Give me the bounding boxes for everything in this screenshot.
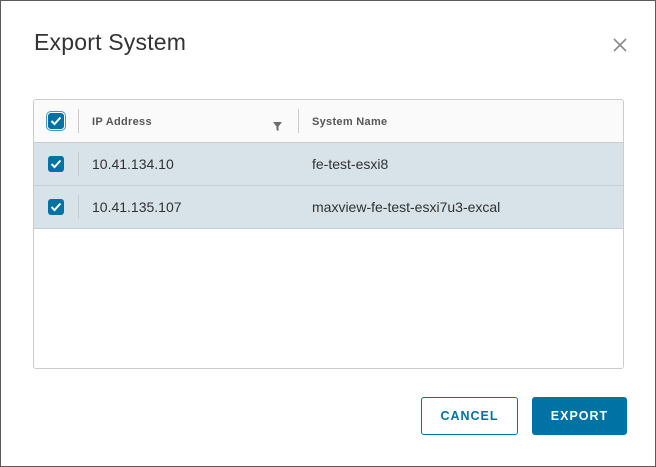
export-system-dialog: Export System IP Address System Name 10.… <box>0 0 656 467</box>
row-checkbox[interactable] <box>48 199 64 215</box>
ip-address-cell: 10.41.135.107 <box>92 199 182 215</box>
cancel-button[interactable]: CANCEL <box>421 397 518 435</box>
systems-datagrid: IP Address System Name 10.41.134.10 fe-t… <box>33 99 624 369</box>
system-name-cell: maxview-fe-test-esxi7u3-excal <box>312 199 501 215</box>
column-divider <box>78 195 79 219</box>
dialog-title: Export System <box>34 29 187 55</box>
ip-address-cell: 10.41.134.10 <box>92 156 174 172</box>
system-name-cell: fe-test-esxi8 <box>312 156 389 172</box>
table-row[interactable]: 10.41.135.107 maxview-fe-test-esxi7u3-ex… <box>34 186 623 229</box>
filter-icon[interactable] <box>272 119 283 131</box>
export-button[interactable]: EXPORT <box>532 397 627 435</box>
column-header-ip-address[interactable]: IP Address <box>92 116 152 128</box>
column-divider <box>78 152 79 176</box>
grid-header: IP Address System Name <box>34 100 623 143</box>
select-all-checkbox[interactable] <box>48 113 64 129</box>
column-divider <box>78 109 79 133</box>
table-row[interactable]: 10.41.134.10 fe-test-esxi8 <box>34 143 623 186</box>
column-header-system-name[interactable]: System Name <box>312 116 387 128</box>
close-icon[interactable] <box>609 34 631 56</box>
row-checkbox[interactable] <box>48 156 64 172</box>
column-resize-handle[interactable] <box>298 109 299 133</box>
